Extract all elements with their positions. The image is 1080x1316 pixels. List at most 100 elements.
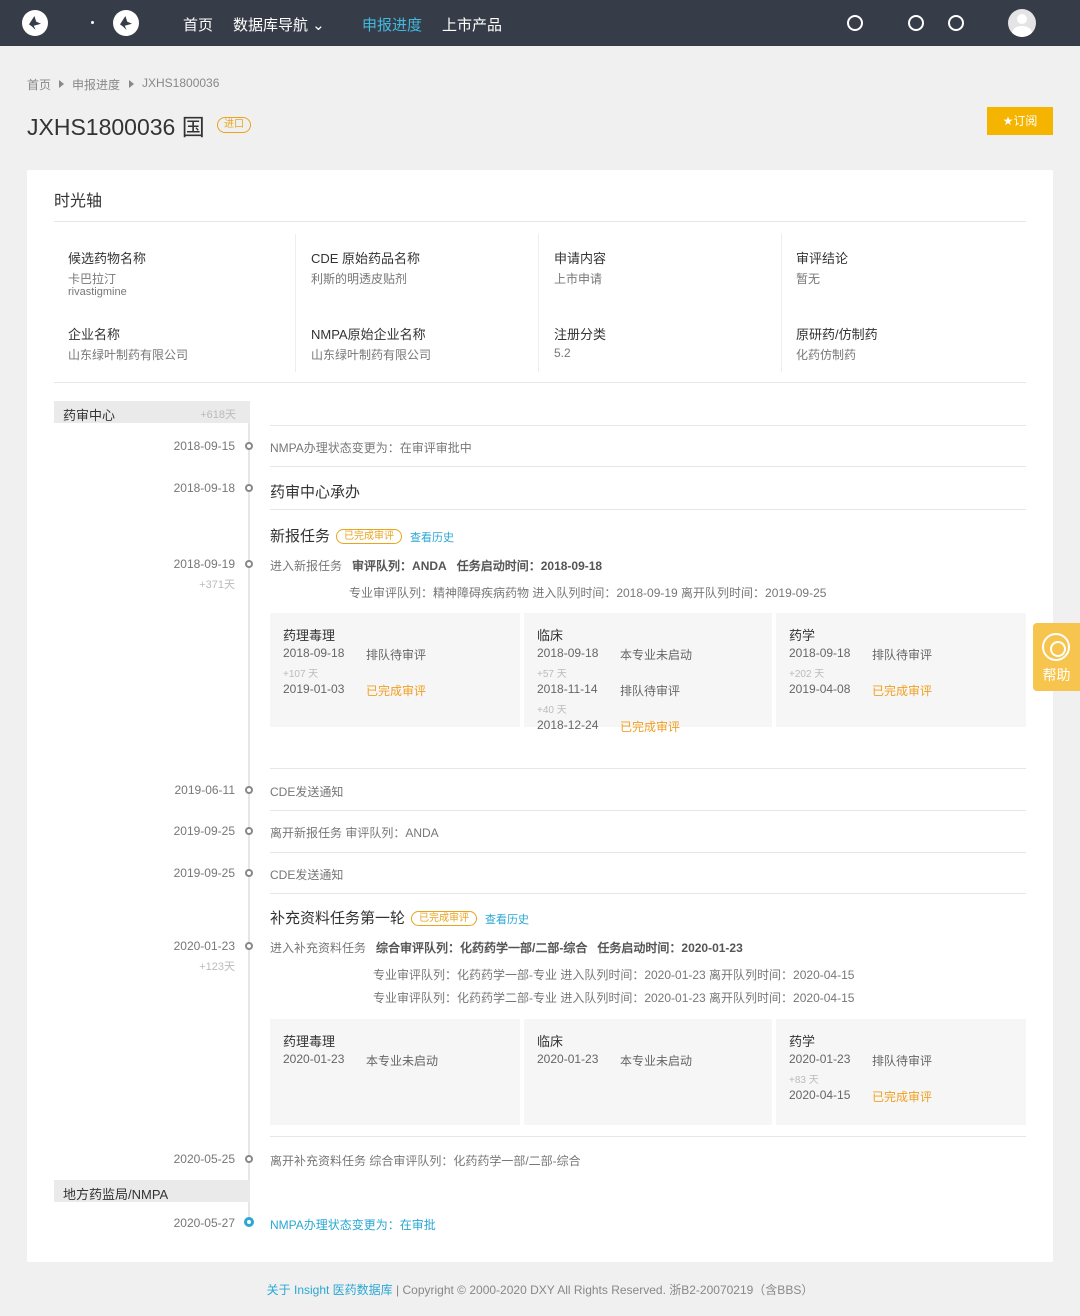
footer-about-link[interactable]: 关于 Insight 医药数据库 bbox=[267, 1283, 393, 1297]
event-text-part: 进入补充资料任务 bbox=[270, 941, 367, 955]
event-text: 离开新报任务 审评队列：ANDA bbox=[270, 826, 439, 840]
info-label-content: 申请内容 bbox=[554, 251, 607, 266]
info-value-nmpa-company: 山东绿叶制药有限公司 bbox=[311, 348, 432, 362]
divider bbox=[54, 221, 1026, 222]
box-status: 排队待审评 bbox=[620, 684, 681, 698]
review-box-clinical: 临床 2018-09-18 本专业未启动 +57 天 2018-11-14 排队… bbox=[524, 613, 772, 734]
event-divider bbox=[270, 893, 1026, 894]
info-label-candidate: 候选药物名称 bbox=[68, 251, 147, 266]
event-queue: 综合审评队列：化药药学一部/二部-综合 bbox=[376, 941, 588, 955]
search-icon[interactable] bbox=[847, 15, 863, 31]
event-detail: 专业审评队列：化药药学一部-专业 进入队列时间：2020-01-23 离开队列时… bbox=[373, 968, 855, 982]
question-icon[interactable] bbox=[948, 15, 964, 31]
box-date: 2020-01-23 bbox=[283, 1052, 345, 1066]
event-divider bbox=[270, 466, 1026, 467]
logo-icon[interactable] bbox=[22, 10, 48, 36]
box-gap: +83 天 bbox=[789, 1075, 819, 1086]
top-nav: 首页 数据库导航 ⌄ 申报进度 上市产品 bbox=[0, 0, 1080, 46]
task-title: 补充资料任务第一轮 已完成审评 查看历史 bbox=[270, 907, 529, 928]
footer-copyright: Copyright © 2000-2020 DXY All Rights Res… bbox=[402, 1283, 814, 1297]
bulb-icon[interactable] bbox=[908, 15, 924, 31]
review-box-pharmacy: 药学 2020-01-23 排队待审评 +83 天 2020-04-15 已完成… bbox=[776, 1019, 1026, 1125]
task-name: 新报任务 bbox=[270, 528, 331, 545]
info-value-candidate-en: rivastigmine bbox=[68, 286, 127, 298]
event-text-part: 进入新报任务 bbox=[270, 559, 343, 573]
event-divider bbox=[270, 852, 1026, 853]
box-status: 排队待审评 bbox=[366, 648, 427, 662]
breadcrumb-progress[interactable]: 申报进度 bbox=[72, 76, 120, 93]
timeline-dot bbox=[245, 827, 253, 835]
info-label-cde-name: CDE 原始药品名称 bbox=[311, 251, 421, 266]
timeline-dot bbox=[245, 869, 253, 877]
event-divider bbox=[270, 425, 1026, 426]
box-date: 2019-01-03 bbox=[283, 682, 345, 696]
event-days: +371天 bbox=[199, 579, 235, 591]
breadcrumb-home[interactable]: 首页 bbox=[27, 76, 51, 93]
nav-database[interactable]: 数据库导航 ⌄ bbox=[233, 14, 325, 35]
help-icon bbox=[1042, 633, 1070, 661]
box-status: 本专业未启动 bbox=[620, 648, 693, 662]
review-box-pharmacy: 药学 2018-09-18 排队待审评 +202 天 2019-04-08 已完… bbox=[776, 613, 1026, 727]
breadcrumb-arrow-icon bbox=[129, 80, 134, 88]
event-date: 2020-05-25 bbox=[173, 1152, 235, 1166]
event-text: 药审中心承办 bbox=[270, 484, 361, 501]
help-button[interactable]: 帮助 bbox=[1033, 623, 1080, 691]
avatar[interactable] bbox=[1008, 9, 1036, 37]
box-gap: +107 天 bbox=[283, 669, 319, 680]
import-tag: 进口 bbox=[217, 117, 251, 133]
timeline-dot bbox=[245, 560, 253, 568]
footer: 关于 Insight 医药数据库 | Copyright © 2000-2020… bbox=[0, 1281, 1080, 1298]
event-date: 2020-05-27 bbox=[173, 1216, 235, 1230]
timeline-dot-current bbox=[244, 1217, 254, 1227]
event-text: 进入新报任务 审评队列：ANDA 任务启动时间：2018-09-18 bbox=[270, 557, 602, 574]
event-divider bbox=[270, 1136, 1026, 1137]
event-detail: 专业审评队列：精神障碍疾病药物 进入队列时间：2018-09-19 离开队列时间… bbox=[349, 586, 827, 600]
subscribe-label: 订阅 bbox=[1013, 114, 1038, 128]
review-box-pharm-tox: 药理毒理 2018-09-18 排队待审评 +107 天 2019-01-03 … bbox=[270, 613, 520, 727]
info-value-content: 上市申请 bbox=[554, 272, 603, 286]
timeline-title: 时光轴 bbox=[54, 193, 103, 210]
box-status: 已完成审评 bbox=[620, 720, 681, 734]
event-date: 2019-09-25 bbox=[173, 824, 235, 838]
info-value-cde-name: 利斯的明透皮贴剂 bbox=[311, 272, 408, 286]
box-title: 临床 bbox=[537, 628, 564, 643]
info-label-drug-type: 原研药/仿制药 bbox=[796, 327, 878, 342]
box-title: 药学 bbox=[789, 628, 816, 643]
task-status-badge: 已完成审评 bbox=[411, 911, 478, 926]
subscribe-button[interactable]: ★订阅 bbox=[987, 107, 1053, 135]
box-date: 2018-09-18 bbox=[537, 646, 599, 660]
info-value-reg-class: 5.2 bbox=[554, 346, 571, 360]
view-history-link[interactable]: 查看历史 bbox=[410, 532, 454, 544]
view-history-link[interactable]: 查看历史 bbox=[485, 914, 529, 926]
event-date: 2018-09-19 bbox=[173, 557, 235, 571]
info-label-conclusion: 审评结论 bbox=[796, 251, 849, 266]
box-date: 2018-12-24 bbox=[537, 718, 599, 732]
nav-home[interactable]: 首页 bbox=[183, 14, 213, 35]
box-gap: +57 天 bbox=[537, 669, 567, 680]
event-start-time: 任务启动时间：2020-01-23 bbox=[597, 941, 743, 955]
info-label-company: 企业名称 bbox=[68, 327, 121, 342]
box-gap: +202 天 bbox=[789, 669, 825, 680]
info-value-drug-type: 化药仿制药 bbox=[796, 348, 857, 362]
timeline-card: 时光轴 候选药物名称 卡巴拉汀 rivastigmine CDE 原始药品名称 … bbox=[27, 170, 1053, 1262]
info-value-candidate: 卡巴拉汀 bbox=[68, 272, 117, 286]
nav-products[interactable]: 上市产品 bbox=[442, 14, 502, 35]
box-date: 2020-01-23 bbox=[789, 1052, 851, 1066]
event-date: 2020-01-23 bbox=[173, 939, 235, 953]
footer-sep: | bbox=[392, 1283, 403, 1297]
event-detail: 专业审评队列：化药药学二部-专业 进入队列时间：2020-01-23 离开队列时… bbox=[373, 991, 855, 1005]
box-gap: +40 天 bbox=[537, 705, 567, 716]
box-status: 已完成审评 bbox=[366, 684, 427, 698]
timeline-dot bbox=[245, 1155, 253, 1163]
timeline-dot bbox=[245, 484, 253, 492]
box-status: 排队待审评 bbox=[872, 1054, 933, 1068]
box-status: 已完成审评 bbox=[872, 1090, 933, 1104]
nav-progress[interactable]: 申报进度 bbox=[362, 14, 422, 35]
timeline-dot bbox=[245, 942, 253, 950]
info-label-nmpa-company: NMPA原始企业名称 bbox=[311, 327, 426, 342]
box-title: 药理毒理 bbox=[283, 1034, 336, 1049]
info-divider bbox=[781, 234, 782, 372]
db-logo-icon[interactable] bbox=[113, 10, 139, 36]
timeline-line bbox=[248, 412, 250, 1226]
box-status: 本专业未启动 bbox=[366, 1054, 439, 1068]
